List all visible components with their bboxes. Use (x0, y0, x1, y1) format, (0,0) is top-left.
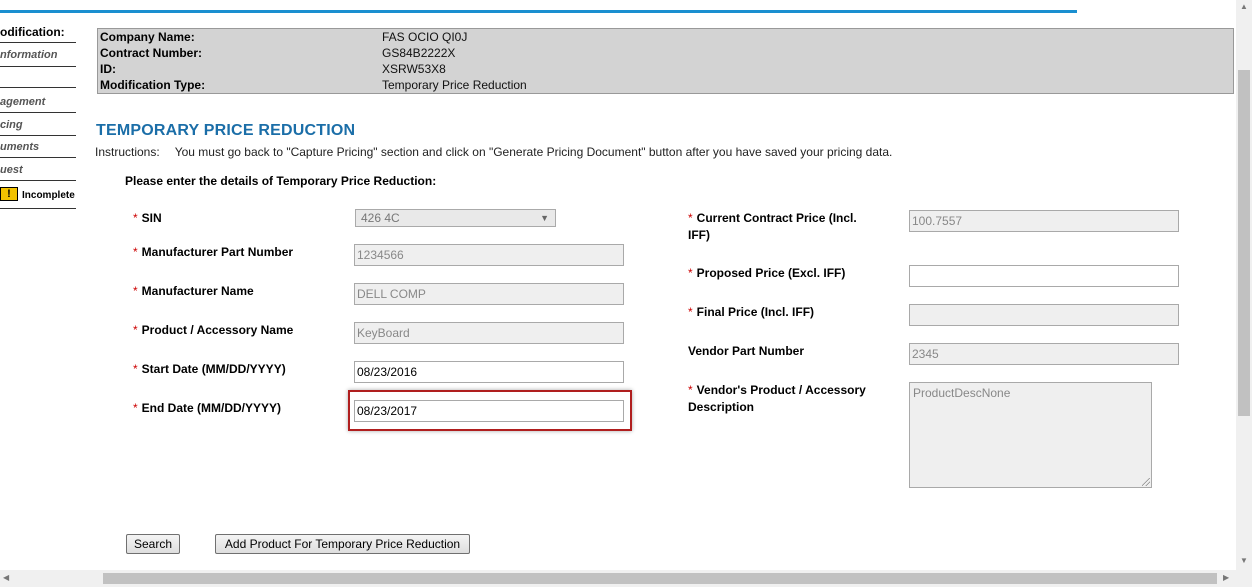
scroll-left-icon[interactable]: ◀ (3, 573, 9, 582)
required-marker: * (133, 401, 138, 415)
sidebar-divider (0, 42, 76, 43)
required-marker: * (688, 211, 693, 225)
instructions: Instructions: You must go back to "Captur… (95, 145, 892, 159)
scrollbar-corner (1236, 570, 1252, 587)
scroll-right-icon[interactable]: ▶ (1223, 573, 1229, 582)
sidebar-divider (0, 157, 76, 158)
scroll-down-icon[interactable]: ▼ (1240, 556, 1248, 565)
vertical-scrollbar[interactable]: ▲ ▼ (1236, 0, 1252, 570)
start-date-label: * Start Date (MM/DD/YYYY) (133, 362, 286, 376)
sidebar-divider (0, 112, 76, 113)
required-marker: * (688, 266, 693, 280)
product-name-label: * Product / Accessory Name (133, 323, 294, 337)
sidebar-item-information[interactable]: nformation (0, 49, 57, 61)
warning-icon: ! (0, 187, 18, 201)
instructions-text: You must go back to "Capture Pricing" se… (174, 145, 893, 159)
vendor-description-textarea[interactable]: ProductDescNone (909, 382, 1152, 488)
manufacturer-name-label: * Manufacturer Name (133, 284, 254, 298)
scroll-up-icon[interactable]: ▲ (1240, 2, 1248, 11)
sidebar-title: odification: (0, 25, 65, 39)
search-button[interactable]: Search (126, 534, 180, 554)
product-name-field[interactable]: KeyBoard (354, 322, 624, 344)
sidebar-divider (0, 87, 76, 88)
instructions-label: Instructions: (95, 145, 160, 159)
start-date-input[interactable]: 08/23/2016 (354, 361, 624, 383)
horizontal-scrollbar[interactable]: ◀ ▶ (3, 570, 1236, 587)
sidebar-item-management[interactable]: agement (0, 96, 45, 108)
end-date-input[interactable]: 08/23/2017 (354, 400, 624, 422)
sidebar-divider (0, 135, 76, 136)
required-marker: * (688, 305, 693, 319)
sidebar-item-documents[interactable]: uments (0, 141, 39, 153)
proposed-price-input[interactable] (909, 265, 1179, 287)
vendor-part-number-label: Vendor Part Number (688, 344, 805, 358)
top-accent-bar (0, 10, 1077, 13)
end-date-label: * End Date (MM/DD/YYYY) (133, 401, 282, 415)
contract-info-box: Company Name: FAS OCIO QI0J Contract Num… (97, 28, 1234, 94)
modification-type-label: Modification Type: (100, 78, 206, 92)
company-name-value: FAS OCIO QI0J (382, 30, 468, 44)
modification-type-value: Temporary Price Reduction (382, 78, 527, 92)
vendor-part-number-field[interactable]: 2345 (909, 343, 1179, 365)
id-label: ID: (100, 62, 116, 76)
contract-number-value: GS84B2222X (382, 46, 456, 60)
proposed-price-label: * Proposed Price (Excl. IFF) (688, 266, 846, 280)
sidebar: odification: nformation agement cing ume… (0, 20, 76, 210)
sin-label: * SIN (133, 211, 162, 225)
sin-select[interactable]: 426 4C ▼ (355, 209, 556, 227)
contract-number-label: Contract Number: (100, 46, 203, 60)
sidebar-item-pricing[interactable]: cing (0, 119, 23, 131)
page-title: TEMPORARY PRICE REDUCTION (96, 122, 356, 139)
chevron-down-icon: ▼ (540, 213, 549, 223)
manufacturer-part-number-label: * Manufacturer Part Number (133, 245, 294, 259)
final-price-field[interactable] (909, 304, 1179, 326)
current-contract-price-field[interactable]: 100.7557 (909, 210, 1179, 232)
required-marker: * (688, 383, 693, 397)
required-marker: * (133, 284, 138, 298)
sidebar-divider (0, 208, 76, 209)
id-value: XSRW53X8 (382, 62, 446, 76)
status-label: Incomplete (22, 190, 75, 201)
required-marker: * (133, 245, 138, 259)
form-heading: Please enter the details of Temporary Pr… (125, 174, 437, 188)
sidebar-item-request[interactable]: uest (0, 164, 23, 176)
vertical-scroll-thumb[interactable] (1238, 70, 1250, 416)
required-marker: * (133, 211, 138, 225)
required-marker: * (133, 362, 138, 376)
company-name-label: Company Name: (100, 30, 195, 44)
sidebar-divider (0, 180, 76, 181)
add-product-button[interactable]: Add Product For Temporary Price Reductio… (215, 534, 470, 554)
horizontal-scrollbar-track (0, 570, 95, 587)
manufacturer-name-field[interactable]: DELL COMP (354, 283, 624, 305)
required-marker: * (133, 323, 138, 337)
resize-handle-icon[interactable] (1142, 478, 1150, 486)
final-price-label: * Final Price (Incl. IFF) (688, 305, 815, 319)
horizontal-scroll-thumb[interactable] (103, 573, 1217, 584)
current-contract-price-label: * Current Contract Price (Incl. IFF) (688, 211, 857, 242)
sidebar-divider (0, 66, 76, 67)
manufacturer-part-number-field[interactable]: 1234566 (354, 244, 624, 266)
vendor-description-label: * Vendor's Product / Accessory Description (688, 383, 866, 414)
